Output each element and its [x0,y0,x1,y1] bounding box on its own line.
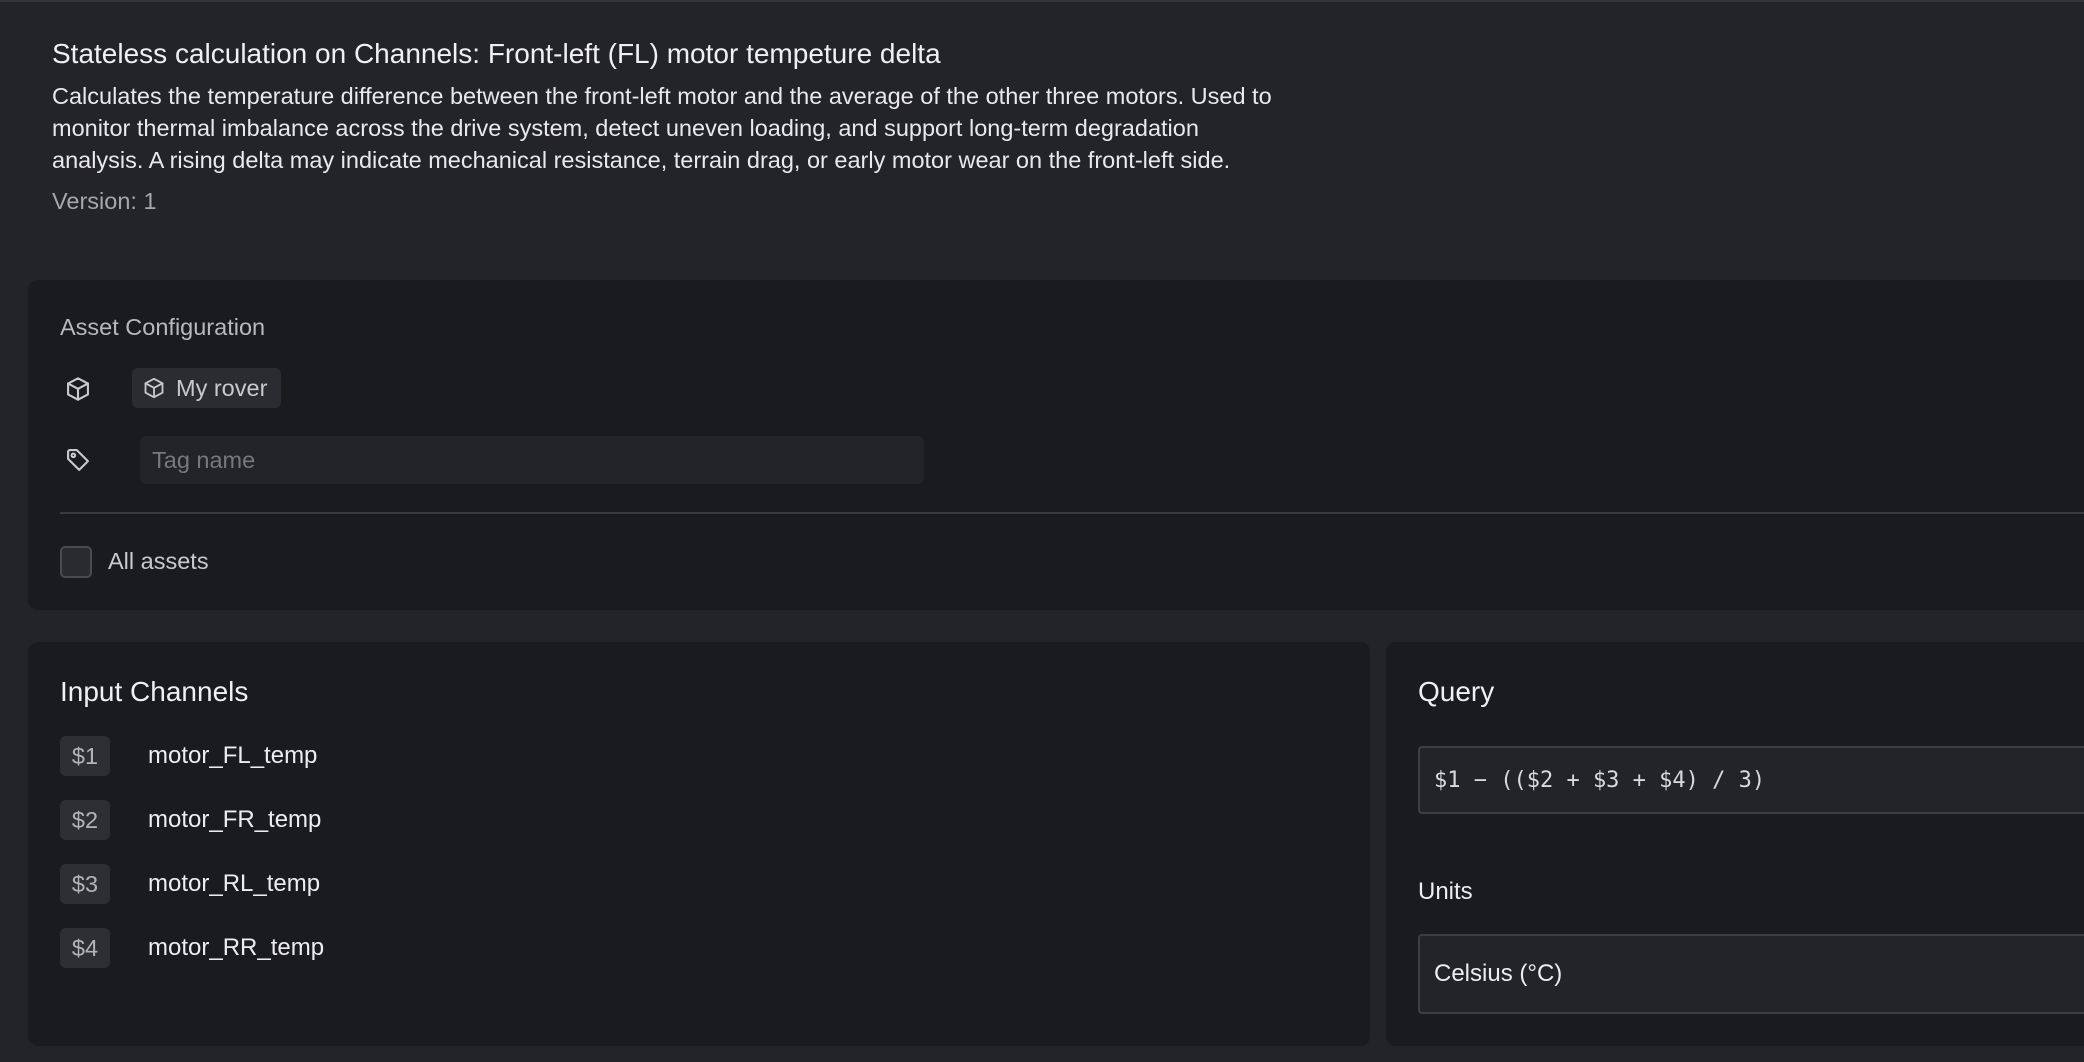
channel-variable-badge: $1 [60,736,110,776]
all-assets-checkbox[interactable] [60,546,92,578]
asset-configuration-label: Asset Configuration [60,314,266,340]
channel-row: $4 motor_RR_temp [60,916,324,980]
page-title: Stateless calculation on Channels: Front… [52,38,941,69]
channel-row: $1 motor_FL_temp [60,724,324,788]
asset-chip-my-rover[interactable]: My rover [132,368,282,408]
cube-icon [142,376,166,400]
all-assets-label[interactable]: All assets [108,548,209,575]
channel-row: $2 motor_FR_temp [60,788,324,852]
version-label: Version: 1 [52,188,157,214]
units-field[interactable]: Celsius (°C) [1418,934,2084,1014]
tag-name-input[interactable] [140,436,924,484]
channel-name: motor_FR_temp [148,806,322,833]
tag-icon [64,446,92,474]
cube-icon [64,375,92,403]
asset-configuration-card: Asset Configuration My rover Tag name Al… [28,280,2084,610]
channel-variable-badge: $2 [60,800,110,840]
channel-name: motor_RL_temp [148,870,321,897]
page-description: Calculates the temperature difference be… [52,83,1272,173]
channel-variable-badge: $3 [60,864,110,904]
input-channels-title: Input Channels [60,676,249,707]
section-divider [60,512,2084,514]
query-card: Query $1 − (($2 + $3 + $4) / 3) Units Ce… [1386,642,2084,1046]
query-expression-field[interactable]: $1 − (($2 + $3 + $4) / 3) [1418,746,2084,814]
channel-list: $1 motor_FL_temp $2 motor_FR_temp $3 mot… [60,724,324,980]
channel-variable-badge: $4 [60,928,110,968]
channel-name: motor_RR_temp [148,934,325,961]
channel-name: motor_FL_temp [148,742,318,769]
channel-row: $3 motor_RL_temp [60,852,324,916]
query-title: Query [1418,676,1495,707]
input-channels-card: Input Channels $1 motor_FL_temp $2 motor… [28,642,1370,1046]
page-header: Stateless calculation on Channels: Front… [52,36,1282,216]
asset-chip-label: My rover [176,374,268,401]
units-label: Units [1418,878,1473,905]
calculation-detail-page: Stateless calculation on Channels: Front… [0,0,2084,1062]
